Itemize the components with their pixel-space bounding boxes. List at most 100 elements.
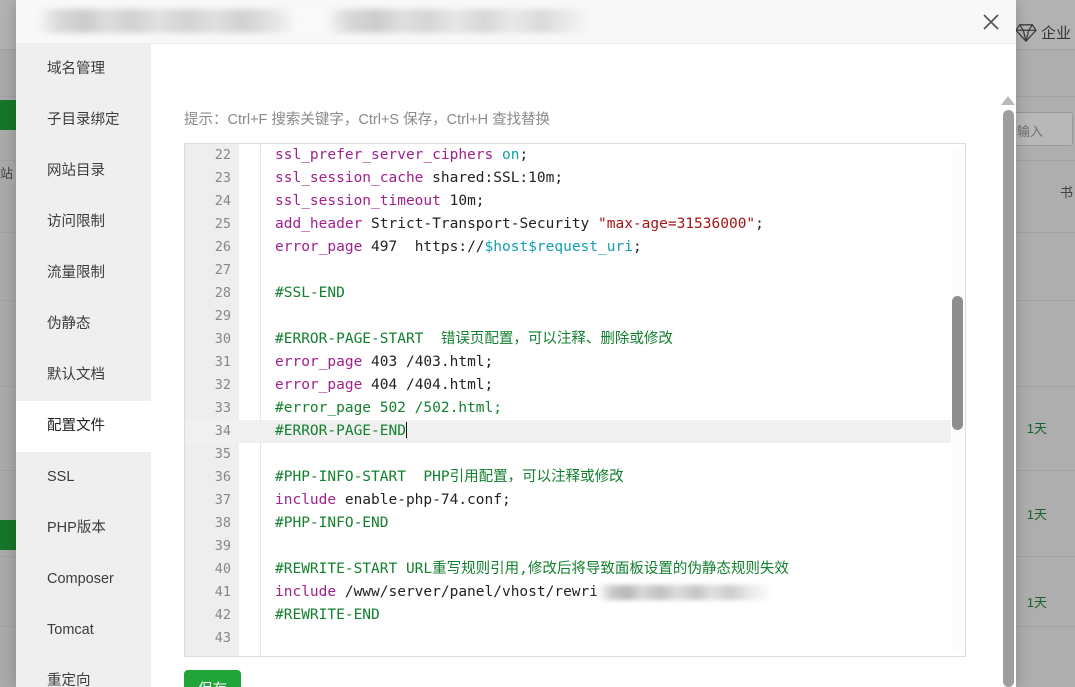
code-line[interactable]: 38 #PHP-INFO-END (185, 512, 951, 535)
token-cm: #ERROR-PAGE-END (275, 423, 406, 439)
code-lines[interactable]: 22 ssl_prefer_server_ciphers on; 23 ssl_ses… (185, 144, 951, 650)
sidebar-item-default-document[interactable]: 默认文档 (16, 350, 151, 401)
token-cm: #SSL-END (275, 285, 345, 301)
modal-scrollbar-thumb[interactable] (1003, 110, 1014, 687)
code-line[interactable]: 32 error_page 404 /404.html; (185, 374, 951, 397)
token-pl: Strict-Transport-Security (362, 216, 599, 232)
token-cm: #REWRITE-END (275, 607, 380, 623)
code-line[interactable]: 40 #REWRITE-START URL重写规则引用,修改后将导致面板设置的伪静… (185, 558, 951, 581)
token-kw: ssl_session_timeout (275, 193, 441, 209)
code-line[interactable]: 39 (185, 535, 951, 558)
code-line-content: #error_page 502 /502.html; (275, 397, 502, 420)
sidebar-item-domain-management[interactable]: 域名管理 (16, 44, 151, 95)
sidebar-item-pseudo-static[interactable]: 伪静态 (16, 299, 151, 350)
sidebar-item-label: 流量限制 (47, 265, 105, 281)
code-line[interactable]: 34 #ERROR-PAGE-END (185, 420, 951, 443)
line-number: 41 (214, 584, 231, 600)
modal-content-pane: 提示：Ctrl+F 搜索关键字，Ctrl+S 保存，Ctrl+H 查找替换 22… (151, 44, 1016, 687)
sidebar-item-composer[interactable]: Composer (16, 554, 151, 605)
token-pl: enable-php-74.conf; (336, 492, 511, 508)
code-line-content: error_page 497 https://$host$request_uri… (275, 236, 642, 259)
sidebar-item-label: 访问限制 (47, 214, 105, 230)
close-icon[interactable] (976, 7, 1006, 37)
sidebar-item-ssl[interactable]: SSL (16, 452, 151, 503)
token-pl: shared:SSL:10m; (423, 170, 564, 186)
save-button[interactable]: 保存 (184, 670, 241, 687)
token-kw: error_page (275, 354, 363, 370)
code-line-content: include /www/server/panel/vhost/rewri (275, 581, 774, 604)
editor-tip: 提示：Ctrl+F 搜索关键字，Ctrl+S 保存，Ctrl+H 查找替换 (184, 112, 551, 128)
token-kw: add_header (275, 216, 363, 232)
code-line-content: error_page 403 /403.html; (275, 351, 493, 374)
sidebar-item-label: Composer (47, 571, 114, 587)
line-number: 24 (214, 193, 231, 209)
sidebar-item-php-version[interactable]: PHP版本 (16, 503, 151, 554)
line-number: 31 (214, 354, 231, 370)
sidebar-item-traffic-limit[interactable]: 流量限制 (16, 248, 151, 299)
modal-title-redacted (36, 9, 596, 33)
token-cm: #error_page 502 /502.html; (275, 400, 502, 416)
line-number: 23 (214, 170, 231, 186)
code-line[interactable]: 31 error_page 403 /403.html; (185, 351, 951, 374)
token-kw: error_page (275, 377, 363, 393)
code-line[interactable]: 35 (185, 443, 951, 466)
code-line[interactable]: 43 (185, 627, 951, 650)
token-pl: ; (632, 239, 642, 255)
code-line[interactable]: 33 #error_page 502 /502.html; (185, 397, 951, 420)
line-number: 35 (214, 446, 231, 462)
code-line-content: #REWRITE-END (275, 604, 380, 627)
code-line[interactable]: 29 (185, 305, 951, 328)
code-line-content: ssl_session_cache shared:SSL:10m; (275, 167, 563, 190)
sidebar-item-label: PHP版本 (47, 520, 106, 536)
code-line[interactable]: 27 (185, 259, 951, 282)
code-line[interactable]: 36 #PHP-INFO-START PHP引用配置，可以注释或修改 (185, 466, 951, 489)
sidebar-item-site-directory[interactable]: 网站目录 (16, 146, 151, 197)
token-cm: #REWRITE-START URL重写规则引用,修改后将导致面板设置的伪静态规… (275, 561, 789, 577)
sidebar-item-label: Tomcat (47, 622, 94, 638)
token-pl: 403 /403.html; (362, 354, 494, 370)
line-number: 28 (214, 285, 231, 301)
code-line[interactable]: 30 #ERROR-PAGE-START 错误页配置，可以注释、删除或修改 (185, 328, 951, 351)
code-line-content: ssl_session_timeout 10m; (275, 190, 485, 213)
line-number: 37 (214, 492, 231, 508)
code-line[interactable]: 26 error_page 497 https://$host$request_u… (185, 236, 951, 259)
sidebar-item-tomcat[interactable]: Tomcat (16, 605, 151, 656)
line-number: 25 (214, 216, 231, 232)
sidebar-item-redirect[interactable]: 重定向 (16, 656, 151, 687)
sidebar-item-label: 域名管理 (47, 61, 105, 77)
token-kw: ssl_session_cache (275, 170, 424, 186)
token-kw: ssl_prefer_server_ciphers (275, 147, 494, 163)
code-line[interactable]: 23 ssl_session_cache shared:SSL:10m; (185, 167, 951, 190)
code-line[interactable]: 37 include enable-php-74.conf; (185, 489, 951, 512)
sidebar-item-subdirectory-binding[interactable]: 子目录绑定 (16, 95, 151, 146)
code-line[interactable]: 41 include /www/server/panel/vhost/rewri (185, 581, 951, 604)
code-line[interactable]: 22 ssl_prefer_server_ciphers on; (185, 144, 951, 167)
sidebar-item-label: 网站目录 (47, 163, 105, 179)
code-line[interactable]: 42 #REWRITE-END (185, 604, 951, 627)
line-number: 43 (214, 630, 231, 646)
line-number: 42 (214, 607, 231, 623)
sidebar-item-config-file[interactable]: 配置文件 (16, 401, 151, 452)
token-kw: error_page (275, 239, 363, 255)
modal-sidebar: 域名管理子目录绑定网站目录访问限制流量限制伪静态默认文档配置文件 SSL PHP版本… (16, 44, 151, 687)
line-number: 26 (214, 239, 231, 255)
code-editor[interactable]: 22 ssl_prefer_server_ciphers on; 23 ssl_ses… (185, 144, 951, 656)
sidebar-item-label: 默认文档 (47, 367, 105, 383)
code-line[interactable]: 24 ssl_session_timeout 10m; (185, 190, 951, 213)
code-editor-container[interactable]: 22 ssl_prefer_server_ciphers on; 23 ssl_ses… (184, 143, 966, 657)
line-number: 38 (214, 515, 231, 531)
config-file-modal: 域名管理子目录绑定网站目录访问限制流量限制伪静态默认文档配置文件 SSL PHP版本… (16, 0, 1016, 687)
token-var: $host$request_uri (484, 239, 633, 255)
code-line-content: error_page 404 /404.html; (275, 374, 493, 397)
code-line[interactable]: 25 add_header Strict-Transport-Security "… (185, 213, 951, 236)
sidebar-item-access-restriction[interactable]: 访问限制 (16, 197, 151, 248)
sidebar-item-label: SSL (47, 469, 75, 485)
editor-scrollbar-thumb[interactable] (952, 296, 963, 430)
line-number: 29 (214, 308, 231, 324)
sidebar-item-label: 配置文件 (47, 418, 105, 434)
token-kw: include (275, 584, 337, 600)
code-line[interactable]: 28 #SSL-END (185, 282, 951, 305)
token-pl: ; (755, 216, 764, 232)
code-line-content: #ERROR-PAGE-START 错误页配置，可以注释、删除或修改 (275, 328, 673, 351)
token-pl: ; (519, 147, 529, 163)
